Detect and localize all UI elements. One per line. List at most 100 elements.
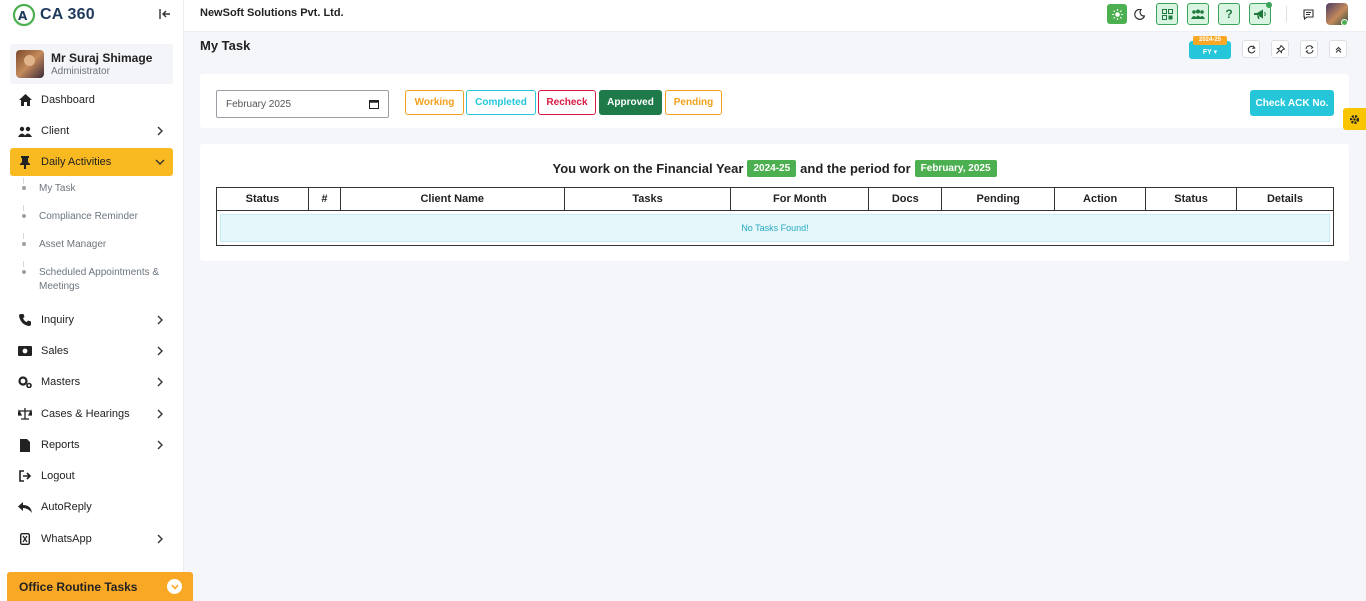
messages-button[interactable] — [1297, 3, 1319, 25]
month-value: February 2025 — [226, 98, 292, 110]
month-picker-input[interactable]: February 2025 — [216, 90, 389, 118]
home-icon — [18, 93, 32, 107]
col-status-2[interactable]: Status — [1145, 187, 1238, 211]
tasks-card: You work on the Financial Year 2024-25 a… — [200, 144, 1349, 261]
period-summary: You work on the Financial Year 2024-25 a… — [200, 160, 1349, 177]
chevron-down-icon[interactable] — [167, 579, 182, 594]
user-name: Mr Suraj Shimage — [51, 50, 153, 65]
check-ack-button[interactable]: Check ACK No. — [1250, 90, 1334, 116]
tree-line — [23, 205, 24, 211]
sidebar-item-inquiry[interactable]: Inquiry — [10, 306, 173, 334]
sidebar-item-cases-hearings[interactable]: Cases & Hearings — [10, 400, 173, 428]
notification-badge — [1266, 2, 1272, 8]
completed-filter-button[interactable]: Completed — [466, 90, 536, 115]
table-row: No Tasks Found! — [216, 210, 1334, 246]
chevron-right-icon — [157, 440, 163, 450]
pin-icon — [18, 155, 32, 169]
tree-line — [23, 233, 24, 239]
sync-button[interactable] — [1300, 40, 1318, 58]
office-routine-label: Office Routine Tasks — [19, 579, 138, 594]
chat-icon — [1302, 8, 1314, 20]
top-bar: NewSoft Solutions Pvt. Ltd. ? — [184, 0, 1366, 32]
sidebar-item-label: AutoReply — [41, 501, 92, 513]
col-docs[interactable]: Docs — [868, 187, 943, 211]
sun-icon — [1111, 8, 1123, 20]
fy-tag: 2024-25 — [1193, 36, 1227, 45]
sidebar-item-label: Dashboard — [41, 94, 95, 106]
sidebar-item-reports[interactable]: Reports — [10, 431, 173, 459]
sidebar-item-masters[interactable]: Masters — [10, 368, 173, 396]
no-tasks-message: No Tasks Found! — [220, 214, 1330, 242]
sidebar-item-label: Cases & Hearings — [41, 408, 130, 420]
col-status[interactable]: Status — [216, 187, 309, 211]
sidebar-item-sales[interactable]: Sales — [10, 337, 173, 365]
col-action[interactable]: Action — [1054, 187, 1147, 211]
apps-button[interactable] — [1156, 3, 1178, 25]
whatsapp-icon — [18, 532, 32, 546]
announcement-button[interactable] — [1249, 2, 1272, 25]
empty-cell: No Tasks Found! — [216, 210, 1334, 246]
sidebar-subitem-compliance-reminder[interactable]: Compliance Reminder — [39, 210, 138, 224]
file-icon — [18, 438, 32, 452]
sidebar-subitem-asset-manager[interactable]: Asset Manager — [39, 238, 106, 252]
user-role: Administrator — [51, 65, 110, 77]
tree-dot — [22, 214, 26, 218]
megaphone-icon — [1254, 9, 1266, 19]
sidebar-item-daily-activities[interactable]: Daily Activities — [10, 148, 173, 176]
collapse-up-button[interactable] — [1329, 40, 1347, 58]
col-for-month[interactable]: For Month — [730, 187, 870, 211]
approved-filter-button[interactable]: Approved — [599, 90, 662, 115]
reply-all-icon — [18, 500, 32, 514]
fy-selector[interactable]: FY ▾ 2024-25 — [1189, 36, 1231, 60]
sidebar-item-label: Logout — [41, 470, 75, 482]
chevron-right-icon — [157, 409, 163, 419]
sidebar-item-autoreply[interactable]: AutoReply — [10, 493, 173, 521]
chevron-right-icon — [157, 315, 163, 325]
phone-icon — [18, 313, 32, 327]
sidebar-item-label: Masters — [41, 376, 81, 388]
sidebar-item-client[interactable]: Client — [10, 117, 173, 145]
tree-line — [23, 261, 24, 267]
scale-icon — [18, 407, 32, 421]
chevron-right-icon — [157, 534, 163, 544]
sidebar-subitem-my-task[interactable]: My Task — [39, 182, 76, 196]
pin-button[interactable] — [1271, 40, 1289, 58]
money-icon — [18, 344, 32, 358]
col-client-name[interactable]: Client Name — [339, 187, 565, 211]
sidebar-item-logout[interactable]: Logout — [10, 462, 173, 490]
settings-tab[interactable] — [1343, 108, 1366, 130]
calendar-icon[interactable] — [369, 99, 379, 109]
team-button[interactable] — [1187, 3, 1209, 25]
online-status-dot — [1341, 19, 1348, 26]
col-tasks[interactable]: Tasks — [563, 187, 732, 211]
pending-filter-button[interactable]: Pending — [665, 90, 722, 115]
col-number[interactable]: # — [307, 187, 341, 211]
light-mode-button[interactable] — [1107, 4, 1127, 24]
tree-dot — [22, 270, 26, 274]
summary-middle: and the period for — [800, 161, 911, 176]
working-filter-button[interactable]: Working — [405, 90, 464, 115]
collapse-sidebar-icon[interactable] — [156, 6, 174, 22]
sidebar-subitem-meetings[interactable]: Meetings — [39, 280, 80, 294]
gears-icon — [18, 375, 32, 389]
sidebar-subitem-scheduled-appointments[interactable]: Scheduled Appointments & — [39, 266, 159, 280]
chevron-right-icon — [157, 126, 163, 136]
tree-dot — [22, 242, 26, 246]
recheck-filter-button[interactable]: Recheck — [538, 90, 596, 115]
user-card[interactable]: Mr Suraj Shimage Administrator — [10, 44, 173, 84]
dark-mode-button[interactable] — [1128, 3, 1150, 25]
help-button[interactable]: ? — [1218, 3, 1240, 25]
sidebar-item-dashboard[interactable]: Dashboard — [10, 86, 173, 114]
ca-logo-icon: A — [12, 3, 36, 27]
sidebar-item-whatsapp[interactable]: WhatsApp — [10, 525, 173, 553]
company-name: NewSoft Solutions Pvt. Ltd. — [200, 7, 344, 19]
col-pending[interactable]: Pending — [941, 187, 1056, 211]
office-routine-tasks-bar[interactable]: Office Routine Tasks — [7, 572, 193, 601]
grid-icon — [1161, 8, 1173, 20]
sidebar-item-label: Daily Activities — [41, 156, 112, 168]
refresh-button[interactable] — [1242, 40, 1260, 58]
brand-logo[interactable]: A CA 360 — [12, 2, 95, 28]
avatar — [16, 50, 44, 78]
col-details[interactable]: Details — [1236, 187, 1334, 211]
chevron-right-icon — [157, 377, 163, 387]
